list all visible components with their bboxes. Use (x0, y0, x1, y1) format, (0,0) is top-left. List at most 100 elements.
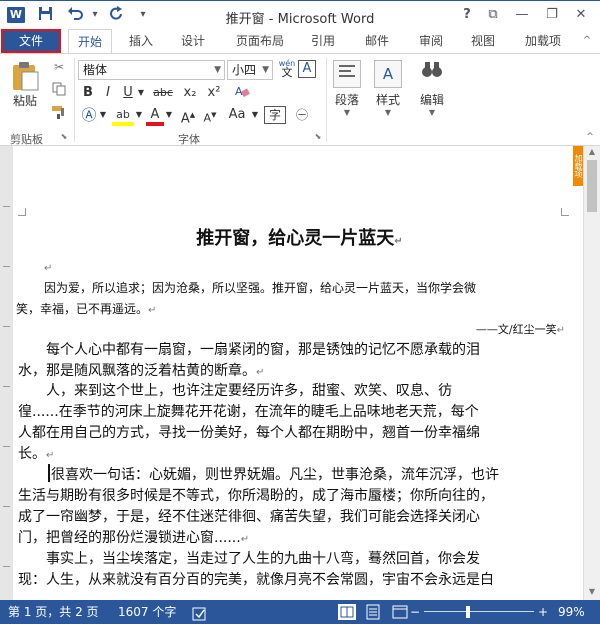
font-size-input[interactable]: 小四 ▼ (227, 60, 273, 80)
font-name-input[interactable]: 楷体 ▼ (78, 60, 225, 80)
chevron-down-icon: ▼ (262, 65, 269, 75)
editing-label: 编辑 (419, 93, 444, 107)
ruler-tick (3, 446, 10, 447)
vertical-scrollbar[interactable]: ▲ ▼ (583, 146, 600, 600)
cut-icon[interactable]: ✂ (50, 60, 68, 78)
signature-line: ——文/红尘一笑↵ (475, 323, 565, 336)
tab-home[interactable]: 开始 (68, 29, 112, 54)
proofing-icon[interactable] (192, 605, 208, 624)
chevron-down-icon[interactable]: ▼ (98, 106, 108, 124)
chevron-down-icon: ▼ (343, 108, 351, 117)
ribbon: 粘贴 ✂ 剪贴板 ⬊ 楷体 ▼ 小四 ▼ wén 文 A B I U ▼ abc… (0, 53, 600, 146)
addin-side-tag[interactable]: 加载项 (573, 146, 583, 186)
clipboard-launcher-icon[interactable]: ⬊ (59, 132, 69, 142)
tab-view[interactable]: 视图 (462, 29, 504, 53)
signature-text: ——文/红尘一笑 (475, 323, 557, 336)
intro-line-text: 笑，幸福，已不再遥远。 (16, 302, 149, 316)
scroll-up-icon[interactable]: ▲ (584, 147, 600, 159)
word-count[interactable]: 1607 个字 (118, 600, 176, 624)
close-button[interactable]: ✕ (569, 5, 593, 25)
tab-layout[interactable]: 页面布局 (226, 29, 294, 53)
zoom-out-button[interactable]: − (410, 600, 420, 624)
print-layout-icon[interactable] (365, 604, 381, 624)
status-bar: 第 1 页，共 2 页 1607 个字 − + 99% (0, 600, 600, 624)
restore-button[interactable]: ❐ (540, 5, 564, 25)
font-group-label: 字体 (178, 133, 200, 146)
styles-label: 样式 (375, 93, 400, 107)
grow-font-label: A (180, 111, 190, 127)
zoom-slider[interactable] (424, 611, 534, 612)
body-line-text: 水，那是随风飘落的泛着枯黄的断章。 (18, 363, 256, 379)
help-button[interactable]: ? (455, 5, 479, 25)
body-line: 生活与期盼有很多时候是不等式，你所渴盼的，成了海市蜃楼；你所向往的， (18, 488, 494, 504)
paragraph-button[interactable]: 段落 ▼ (329, 60, 365, 117)
tab-addins[interactable]: 加载项 (516, 29, 570, 53)
minimize-button[interactable]: — (510, 5, 534, 25)
read-mode-icon[interactable] (338, 604, 356, 620)
styles-button[interactable]: A 样式 ▼ (370, 60, 406, 117)
document-page[interactable]: 推开窗，给心灵一片蓝天↵ ↵ 因为爱，所以追求；因为沧桑，所以坚强。推开窗，给心… (16, 146, 583, 600)
tab-file[interactable]: 文件 (1, 29, 61, 53)
paragraph-label: 段落 (334, 93, 359, 107)
italic-button[interactable]: I (100, 84, 116, 102)
scroll-down-icon[interactable]: ▼ (584, 587, 600, 599)
ruler-tick (3, 206, 10, 207)
body-line: 成了一帘幽梦，于是，经不住迷茫徘徊、痛苦失望，我们可能会选择关闭心 (18, 509, 480, 525)
format-painter-icon[interactable] (50, 104, 68, 122)
web-layout-icon[interactable] (392, 604, 408, 624)
zoom-level[interactable]: 99% (558, 600, 585, 624)
body-line-text: 门，把曾经的那份烂漫锁进心窗...... (18, 530, 241, 546)
superscript-button[interactable]: x² (204, 84, 224, 102)
body-line: 长。↵ (18, 446, 55, 462)
grow-font-button[interactable]: A▲ (178, 106, 198, 127)
tab-insert[interactable]: 插入 (120, 29, 162, 53)
body-line: 徨......在季节的河床上旋舞花开花谢，在流年的睫毛上品味地老天荒，每个 (18, 404, 479, 420)
bold-button[interactable]: B (80, 84, 96, 102)
zoom-slider-handle[interactable] (466, 606, 470, 618)
clipboard-group-label: 剪贴板 (10, 133, 43, 146)
page-count[interactable]: 第 1 页，共 2 页 (8, 600, 99, 624)
zoom-in-button[interactable]: + (538, 600, 548, 624)
editing-button[interactable]: 编辑 ▼ (414, 60, 450, 117)
font-launcher-icon[interactable]: ⬊ (313, 132, 323, 142)
intro-line: 因为爱，所以追求；因为沧桑，所以坚强。推开窗，给心灵一片蓝天，当你学会微 (44, 281, 477, 295)
paste-button[interactable]: 粘贴 (6, 60, 44, 109)
subscript-button[interactable]: x₂ (180, 84, 200, 102)
chevron-down-icon[interactable]: ▼ (136, 84, 146, 102)
chevron-down-icon[interactable]: ▼ (250, 106, 260, 124)
change-case-button[interactable]: Aa (224, 106, 250, 124)
body-line: 人，来到这个世上，也许注定要经历许多，甜蜜、欢笑、叹息、彷 (46, 383, 452, 399)
enclose-char-button[interactable]: ㊀ (290, 106, 314, 124)
highlight-button[interactable]: ab (112, 106, 134, 126)
text-cursor (48, 464, 50, 482)
margin-corner-mark (18, 208, 26, 216)
body-line: 人都在用自己的方式，寻找一份美好，每个人都在期盼中，翘首一份幸福绵 (18, 425, 480, 441)
chevron-down-icon[interactable]: ▼ (164, 106, 174, 124)
group-separator (74, 58, 75, 142)
body-line: 水，那是随风飘落的泛着枯黄的断章。↵ (18, 363, 265, 379)
ribbon-collapse-icon[interactable]: ^ (584, 132, 596, 142)
strikethrough-button[interactable]: abc (150, 84, 176, 102)
tab-design[interactable]: 设计 (172, 29, 214, 53)
tab-references[interactable]: 引用 (302, 29, 344, 53)
ribbon-display-button[interactable]: ⧉ (481, 5, 505, 25)
body-line: 每个人心中都有一扇窗，一扇紧闭的窗，那是锈蚀的记忆不愿承载的泪 (46, 342, 480, 358)
ribbon-collapse-icon[interactable]: ^ (578, 29, 596, 53)
clear-formatting-icon[interactable]: A (232, 84, 252, 102)
character-border-button[interactable]: A (298, 60, 316, 78)
shrink-font-button[interactable]: A▼ (200, 106, 220, 125)
tab-mailings[interactable]: 邮件 (356, 29, 398, 53)
ruler-tick (3, 386, 10, 387)
group-separator (326, 58, 327, 142)
char-shading-button[interactable]: 字 (264, 106, 286, 124)
phonetic-guide-button[interactable]: wén 文 (277, 59, 297, 81)
copy-icon[interactable] (50, 82, 68, 100)
text-effects-icon[interactable]: Ⓐ (80, 106, 98, 124)
document-area: 推开窗，给心灵一片蓝天↵ ↵ 因为爱，所以追求；因为沧桑，所以坚强。推开窗，给心… (0, 146, 600, 600)
font-color-button[interactable]: A (146, 106, 164, 126)
chevron-down-icon[interactable]: ▼ (134, 106, 144, 124)
scrollbar-thumb[interactable] (587, 160, 597, 212)
tab-review[interactable]: 审阅 (410, 29, 452, 53)
body-line: 很喜欢一句话：心妩媚，则世界妩媚。凡尘，世事沧桑，流年沉浮，也许 (51, 467, 499, 483)
underline-button[interactable]: U (120, 84, 136, 102)
